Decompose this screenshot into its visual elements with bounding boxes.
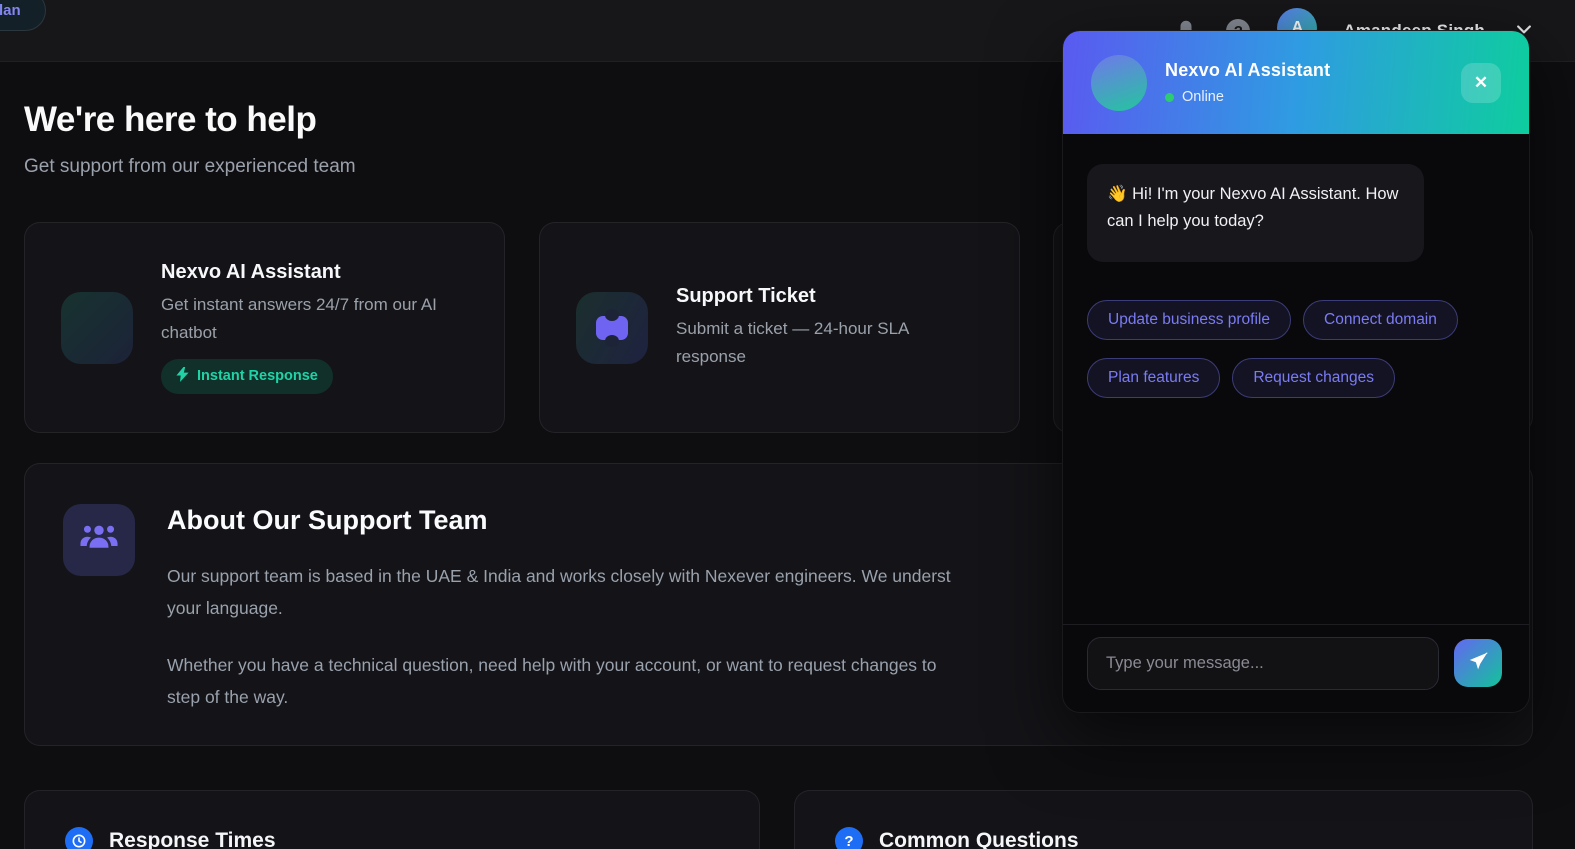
chat-close-button[interactable]: ✕ (1461, 63, 1501, 103)
assistant-avatar (1091, 55, 1147, 111)
card-support-ticket[interactable]: Support Ticket Submit a ticket — 24-hour… (539, 222, 1020, 433)
card-title: Support Ticket (676, 285, 976, 308)
question-circle-icon: ? (835, 827, 863, 849)
ticket-icon (596, 316, 628, 340)
page-subtitle: Get support from our experienced team (24, 156, 356, 178)
card-ai-assistant[interactable]: Nexvo AI Assistant Get instant answers 2… (24, 222, 505, 433)
chat-status: Online (1165, 89, 1330, 105)
plan-button[interactable]: Plan (0, 0, 46, 31)
chat-title: Nexvo AI Assistant (1165, 60, 1330, 81)
message-input[interactable] (1087, 637, 1439, 690)
card-title: Nexvo AI Assistant (161, 261, 461, 284)
ticket-tile (576, 292, 648, 364)
chat-widget: Nexvo AI Assistant Online ✕ 👋 Hi! I'm yo… (1062, 30, 1530, 713)
lightning-bolt-icon (176, 367, 189, 386)
team-tile (63, 504, 135, 576)
ai-assistant-tile-icon (61, 292, 133, 364)
send-button[interactable] (1454, 639, 1502, 687)
card-description: Get instant answers 24/7 from our AI cha… (161, 291, 461, 345)
about-title: About Our Support Team (167, 505, 487, 536)
quick-reply-update-business-profile[interactable]: Update business profile (1087, 300, 1291, 340)
clock-icon (65, 827, 93, 849)
common-questions-card: ? Common Questions (794, 790, 1533, 849)
team-icon (78, 517, 120, 564)
quick-reply-connect-domain[interactable]: Connect domain (1303, 300, 1458, 340)
status-text: Online (1182, 89, 1224, 105)
bottom-card-title: Response Times (109, 829, 276, 849)
instant-response-badge: Instant Response (161, 359, 333, 394)
page-title: We're here to help (24, 100, 316, 140)
chat-messages: 👋 Hi! I'm your Nexvo AI Assistant. How c… (1063, 134, 1529, 624)
response-times-card: Response Times (24, 790, 760, 849)
paper-plane-icon (1468, 651, 1489, 675)
support-page: Plan ? A Amandeep Singh (0, 0, 1575, 849)
card-description: Submit a ticket — 24-hour SLA response (676, 315, 976, 369)
close-icon: ✕ (1474, 73, 1488, 93)
bottom-card-title: Common Questions (879, 829, 1079, 849)
quick-reply-plan-features[interactable]: Plan features (1087, 358, 1220, 398)
assistant-message-bubble: 👋 Hi! I'm your Nexvo AI Assistant. How c… (1087, 164, 1424, 262)
quick-reply-request-changes[interactable]: Request changes (1232, 358, 1395, 398)
quick-replies: Update business profile Connect domain P… (1087, 300, 1507, 398)
online-dot-icon (1165, 93, 1174, 102)
chat-footer (1063, 624, 1529, 712)
chat-header: Nexvo AI Assistant Online ✕ (1063, 31, 1529, 134)
